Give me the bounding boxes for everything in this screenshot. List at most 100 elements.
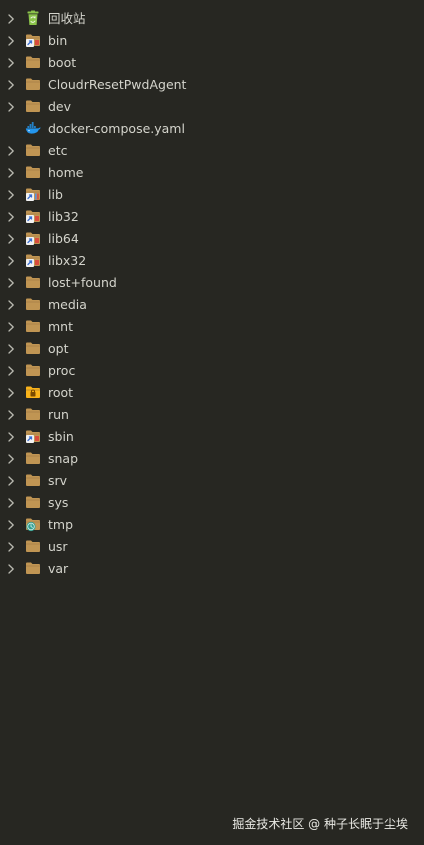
tree-item[interactable]: CloudrResetPwdAgent xyxy=(0,74,424,96)
folder-icon xyxy=(25,164,41,180)
folder-icon xyxy=(25,76,41,92)
folder-icon xyxy=(25,142,41,158)
tree-item-label: usr xyxy=(48,539,68,554)
tree-item[interactable]: snap xyxy=(0,448,424,470)
chevron-right-icon[interactable] xyxy=(5,277,17,289)
tree-item-label: mnt xyxy=(48,319,73,334)
chevron-right-icon[interactable] xyxy=(5,409,17,421)
tree-item-label: CloudrResetPwdAgent xyxy=(48,77,187,92)
tree-item[interactable]: docker-compose.yaml xyxy=(0,118,424,140)
tree-item-label: boot xyxy=(48,55,77,70)
tree-item[interactable]: run xyxy=(0,404,424,426)
folder-symlink-icon xyxy=(25,428,41,444)
folder-symlink-icon xyxy=(25,230,41,246)
tree-item-label: lib xyxy=(48,187,63,202)
tree-item-label: srv xyxy=(48,473,68,488)
tree-item-label: home xyxy=(48,165,84,180)
docker-icon xyxy=(25,120,41,136)
folder-icon xyxy=(25,54,41,70)
tree-item[interactable]: media xyxy=(0,294,424,316)
tree-item[interactable]: bin xyxy=(0,30,424,52)
tree-item-label: 回收站 xyxy=(48,11,86,26)
tree-item[interactable]: usr xyxy=(0,536,424,558)
tree-item[interactable]: 回收站 xyxy=(0,8,424,30)
folder-icon xyxy=(25,318,41,334)
folder-lib-icon xyxy=(25,186,41,202)
tree-item[interactable]: lost+found xyxy=(0,272,424,294)
tree-item-label: root xyxy=(48,385,74,400)
chevron-right-icon[interactable] xyxy=(5,233,17,245)
file-explorer-tree: 回收站 bin boot CloudrResetPwdAgent dev docker-c… xyxy=(0,8,424,580)
tree-item-label: docker-compose.yaml xyxy=(48,121,185,136)
folder-symlink-icon xyxy=(25,208,41,224)
chevron-right-icon[interactable] xyxy=(5,13,17,25)
chevron-right-icon[interactable] xyxy=(5,145,17,157)
recycle-bin-icon xyxy=(25,10,41,26)
folder-icon xyxy=(25,362,41,378)
chevron-right-icon[interactable] xyxy=(5,541,17,553)
chevron-right-icon[interactable] xyxy=(5,321,17,333)
chevron-right-icon[interactable] xyxy=(5,211,17,223)
tree-item[interactable]: boot xyxy=(0,52,424,74)
chevron-right-icon[interactable] xyxy=(5,453,17,465)
tree-item[interactable]: root xyxy=(0,382,424,404)
tree-item-label: lib64 xyxy=(48,231,79,246)
tree-item-label: dev xyxy=(48,99,72,114)
chevron-right-icon[interactable] xyxy=(5,563,17,575)
chevron-right-icon[interactable] xyxy=(5,57,17,69)
chevron-right-icon[interactable] xyxy=(5,35,17,47)
tree-item[interactable]: home xyxy=(0,162,424,184)
chevron-right-icon[interactable] xyxy=(5,167,17,179)
tree-item[interactable]: sys xyxy=(0,492,424,514)
chevron-right-icon[interactable] xyxy=(5,255,17,267)
tree-item-label: libx32 xyxy=(48,253,87,268)
chevron-right-icon[interactable] xyxy=(5,101,17,113)
tree-item-label: lost+found xyxy=(48,275,117,290)
chevron-right-icon[interactable] xyxy=(5,299,17,311)
tree-item[interactable]: libx32 xyxy=(0,250,424,272)
chevron-right-icon[interactable] xyxy=(5,475,17,487)
tree-item[interactable]: lib64 xyxy=(0,228,424,250)
tree-item-label: bin xyxy=(48,33,68,48)
chevron-right-icon[interactable] xyxy=(5,387,17,399)
tree-item[interactable]: srv xyxy=(0,470,424,492)
chevron-right-icon[interactable] xyxy=(5,431,17,443)
tree-item-label: tmp xyxy=(48,517,74,532)
tree-item[interactable]: dev xyxy=(0,96,424,118)
folder-icon xyxy=(25,560,41,576)
tree-item[interactable]: lib32 xyxy=(0,206,424,228)
tree-item-label: sys xyxy=(48,495,69,510)
chevron-right-icon[interactable] xyxy=(5,519,17,531)
tree-item[interactable]: lib xyxy=(0,184,424,206)
tree-item[interactable]: etc xyxy=(0,140,424,162)
tree-item-label: var xyxy=(48,561,69,576)
chevron-right-icon[interactable] xyxy=(5,365,17,377)
tree-item[interactable]: tmp xyxy=(0,514,424,536)
folder-symlink-icon xyxy=(25,32,41,48)
folder-icon xyxy=(25,296,41,312)
chevron-right-icon[interactable] xyxy=(5,79,17,91)
tree-item[interactable]: proc xyxy=(0,360,424,382)
chevron-right-icon[interactable] xyxy=(5,343,17,355)
folder-icon xyxy=(25,406,41,422)
tree-item-label: snap xyxy=(48,451,79,466)
chevron-right-icon[interactable] xyxy=(5,497,17,509)
folder-icon xyxy=(25,98,41,114)
tree-item[interactable]: sbin xyxy=(0,426,424,448)
tree-item-label: media xyxy=(48,297,87,312)
tree-item-label: opt xyxy=(48,341,69,356)
folder-temp-icon xyxy=(25,516,41,532)
watermark-text: 掘金技术社区 @ 种子长眠于尘埃 xyxy=(232,817,408,831)
folder-symlink-icon xyxy=(25,252,41,268)
tree-item[interactable]: mnt xyxy=(0,316,424,338)
tree-item[interactable]: opt xyxy=(0,338,424,360)
chevron-right-icon[interactable] xyxy=(5,189,17,201)
tree-item-label: sbin xyxy=(48,429,74,444)
folder-root-icon xyxy=(25,384,41,400)
folder-icon xyxy=(25,538,41,554)
tree-item-label: run xyxy=(48,407,69,422)
tree-item[interactable]: var xyxy=(0,558,424,580)
folder-icon xyxy=(25,472,41,488)
tree-item-label: etc xyxy=(48,143,68,158)
folder-icon xyxy=(25,450,41,466)
